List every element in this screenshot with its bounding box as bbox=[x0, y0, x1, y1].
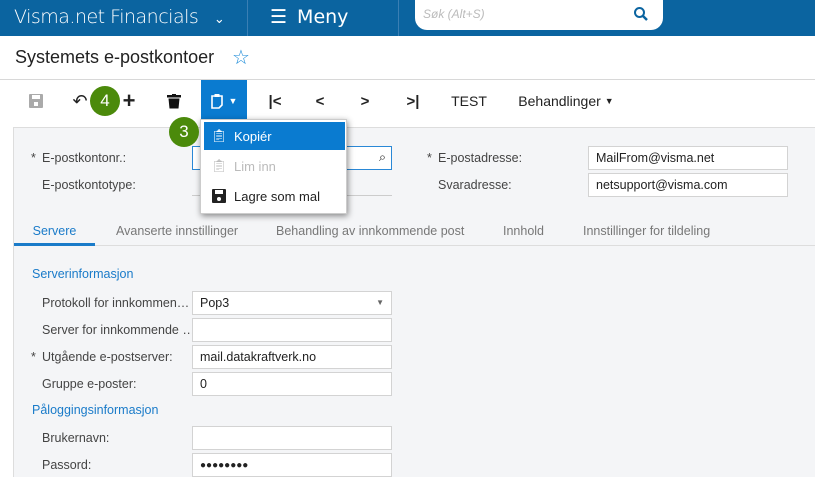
save-icon bbox=[204, 189, 234, 203]
test-button[interactable]: TEST bbox=[448, 80, 490, 122]
plus-icon: + bbox=[122, 88, 136, 113]
search-placeholder: Søk (Alt+S) bbox=[423, 7, 485, 21]
hamburger-icon: ☰ bbox=[270, 6, 288, 28]
incoming-server-input[interactable] bbox=[192, 318, 392, 342]
email-label: E-postadresse: bbox=[427, 151, 522, 165]
copy-paste-menu: 📋︎ Kopiér 📋︎ Lim inn Lagre som mal bbox=[200, 119, 347, 214]
caret-down-icon: ▼ bbox=[376, 298, 384, 307]
outgoing-server-label: Utgående e-postserver: bbox=[31, 350, 173, 364]
divider bbox=[247, 0, 248, 36]
copy-paste-dropdown-button[interactable]: ▼ bbox=[201, 80, 247, 122]
delete-button[interactable] bbox=[164, 80, 184, 122]
tab-divider bbox=[14, 245, 815, 246]
search-icon[interactable]: ⌕ bbox=[379, 150, 386, 165]
menu-item-label: Lim inn bbox=[234, 158, 276, 174]
tab-incoming-processing[interactable]: Behandling av innkommende post bbox=[276, 224, 464, 238]
server-section-heading: Serverinformasjon bbox=[32, 267, 134, 281]
username-input[interactable] bbox=[192, 426, 392, 450]
trash-icon bbox=[167, 93, 181, 108]
login-section-heading: Påloggingsinformasjon bbox=[32, 403, 159, 417]
first-icon: |< bbox=[268, 92, 282, 110]
step-badge-4: 4 bbox=[90, 86, 120, 116]
divider bbox=[398, 0, 399, 36]
toolbar: ↶ + ▼ |< < > >| TEST Behandlinger ▼ bbox=[0, 80, 815, 122]
protocol-value: Pop3 bbox=[200, 296, 230, 310]
chevron-left-icon: < bbox=[315, 92, 325, 110]
first-record-button[interactable]: |< bbox=[265, 80, 285, 122]
protocol-select[interactable]: Pop3 ▼ bbox=[192, 291, 392, 315]
favorite-star-icon[interactable]: ☆ bbox=[232, 45, 250, 70]
chevron-down-icon: ⌄ bbox=[213, 12, 225, 27]
save-button[interactable] bbox=[24, 80, 48, 122]
chevron-right-icon: > bbox=[360, 92, 370, 110]
group-emails-input[interactable]: 0 bbox=[192, 372, 392, 396]
menu-item-copy[interactable]: 📋︎ Kopiér bbox=[204, 122, 345, 150]
password-label: Passord: bbox=[42, 458, 92, 472]
menu-item-label: Lagre som mal bbox=[234, 188, 320, 204]
account-type-label: E-postkontotype: bbox=[42, 178, 136, 192]
tab-content[interactable]: Innhold bbox=[503, 224, 544, 238]
reply-label: Svaradresse: bbox=[438, 178, 512, 192]
next-record-button[interactable]: > bbox=[355, 80, 375, 122]
outgoing-server-input[interactable]: mail.datakraftverk.no bbox=[192, 345, 392, 369]
undo-button[interactable]: ↶ bbox=[70, 80, 90, 122]
menu-item-label: Kopiér bbox=[234, 128, 272, 144]
step-badge-3: 3 bbox=[169, 117, 199, 147]
save-icon bbox=[29, 94, 43, 108]
tab-advanced[interactable]: Avanserte innstillinger bbox=[116, 224, 238, 238]
menu-label: Meny bbox=[297, 6, 349, 28]
clipboard-icon: 📋︎ bbox=[210, 128, 228, 143]
tab-assignment[interactable]: Innstillinger for tildeling bbox=[583, 224, 710, 238]
protocol-label: Protokoll for innkommen… bbox=[42, 296, 190, 310]
menu-item-paste[interactable]: 📋︎ Lim inn bbox=[204, 152, 345, 180]
caret-down-icon: ▼ bbox=[604, 96, 614, 106]
caret-down-icon: ▼ bbox=[228, 96, 238, 106]
paste-icon: 📋︎ bbox=[210, 158, 228, 173]
tab-servere[interactable]: Servere bbox=[14, 224, 95, 246]
actions-menu-button[interactable]: Behandlinger ▼ bbox=[514, 80, 618, 122]
top-bar: Visma.net Financials ⌄ ☰ Meny Søk (Alt+S) bbox=[0, 0, 815, 36]
menu-button[interactable]: ☰ Meny bbox=[270, 6, 348, 28]
clipboard-icon bbox=[210, 93, 223, 109]
app-switcher[interactable]: Visma.net Financials ⌄ bbox=[14, 6, 225, 28]
password-input[interactable]: ●●●●●●●● bbox=[192, 453, 392, 477]
account-no-label: E-postkontonr.: bbox=[31, 151, 126, 165]
email-input[interactable]: MailFrom@visma.net bbox=[588, 146, 788, 170]
menu-item-save-template[interactable]: Lagre som mal bbox=[204, 182, 345, 210]
last-icon: >| bbox=[406, 92, 420, 110]
previous-record-button[interactable]: < bbox=[310, 80, 330, 122]
reply-input[interactable]: netsupport@visma.com bbox=[588, 173, 788, 197]
incoming-server-label: Server for innkommende … bbox=[42, 323, 195, 337]
username-label: Brukernavn: bbox=[42, 431, 110, 445]
search-input[interactable]: Søk (Alt+S) bbox=[415, 0, 663, 30]
add-button[interactable]: + bbox=[118, 80, 140, 122]
last-record-button[interactable]: >| bbox=[402, 80, 424, 122]
title-bar: Systemets e-postkontoer ☆ bbox=[0, 36, 815, 80]
page-title: Systemets e-postkontoer bbox=[15, 47, 215, 67]
app-name: Visma.net Financials bbox=[14, 6, 199, 28]
actions-label: Behandlinger bbox=[518, 93, 601, 109]
group-emails-label: Gruppe e-poster: bbox=[42, 377, 137, 391]
undo-icon: ↶ bbox=[72, 90, 88, 111]
search-icon[interactable] bbox=[633, 6, 649, 22]
